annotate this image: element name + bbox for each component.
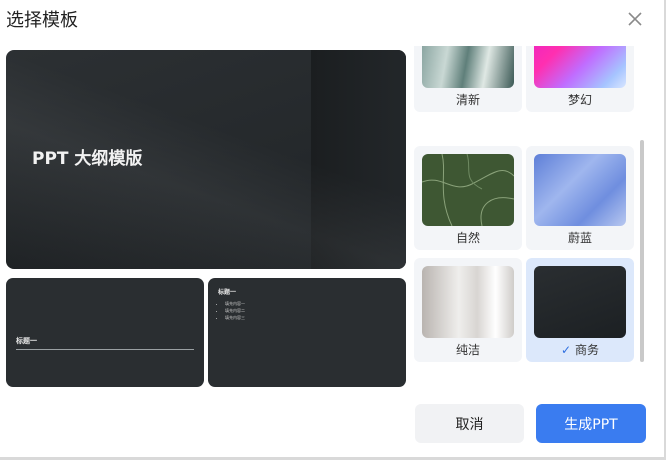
template-label: 自然 bbox=[455, 231, 480, 245]
template-card-menghuan[interactable]: 梦幻 bbox=[526, 46, 634, 112]
bullet-item: 填充内容二 bbox=[225, 307, 245, 314]
template-card-qingxin[interactable]: 清新 bbox=[414, 46, 522, 112]
template-label: 蔚蓝 bbox=[567, 231, 592, 245]
cancel-button[interactable]: 取消 bbox=[415, 404, 524, 443]
generate-ppt-button[interactable]: 生成PPT bbox=[536, 404, 646, 443]
template-thumbnail bbox=[422, 266, 514, 338]
template-card-weilan[interactable]: 蔚蓝 bbox=[526, 146, 634, 250]
nature-pattern bbox=[422, 154, 514, 226]
template-card-chunjie[interactable]: 纯洁 bbox=[414, 258, 522, 362]
template-grid: 清新 梦幻 自然 蔚蓝 纯洁 ✓ 商务 bbox=[414, 46, 636, 372]
template-label: 商务 bbox=[575, 343, 600, 357]
bullet-item: 填充内容一 bbox=[225, 300, 245, 307]
template-thumbnail bbox=[422, 154, 514, 226]
close-icon[interactable] bbox=[626, 10, 644, 28]
template-thumbnail bbox=[534, 154, 626, 226]
content-slide-bullets: 填充内容一 填充内容二 填充内容三 bbox=[216, 300, 245, 321]
scrollbar[interactable] bbox=[640, 140, 644, 362]
bullet-item: 填充内容三 bbox=[225, 314, 245, 321]
template-dialog: 选择模板 PPT 大纲模版 标题一 标题一 填充内容一 填充内容二 填充内容三 … bbox=[0, 0, 666, 460]
template-label: 纯洁 bbox=[455, 343, 480, 357]
preview-section-slide: 标题一 bbox=[6, 278, 204, 387]
template-thumbnail bbox=[534, 266, 626, 338]
dialog-title: 选择模板 bbox=[6, 10, 78, 31]
template-card-ziran[interactable]: 自然 bbox=[414, 146, 522, 250]
template-thumbnail bbox=[534, 46, 626, 88]
content-slide-title: 标题一 bbox=[218, 289, 237, 296]
template-label: 梦幻 bbox=[567, 93, 592, 107]
section-slide-title: 标题一 bbox=[16, 337, 37, 345]
preview-main-slide: PPT 大纲模版 bbox=[6, 50, 406, 269]
template-card-shangwu[interactable]: ✓ 商务 bbox=[526, 258, 634, 362]
template-label: 清新 bbox=[455, 93, 480, 107]
preview-title: PPT 大纲模版 bbox=[32, 149, 143, 169]
template-thumbnail bbox=[422, 46, 514, 88]
check-icon: ✓ bbox=[560, 343, 572, 357]
section-slide-underline bbox=[16, 349, 194, 350]
template-label-wrap: ✓ 商务 bbox=[526, 341, 634, 358]
preview-content-slide: 标题一 填充内容一 填充内容二 填充内容三 bbox=[208, 278, 406, 387]
